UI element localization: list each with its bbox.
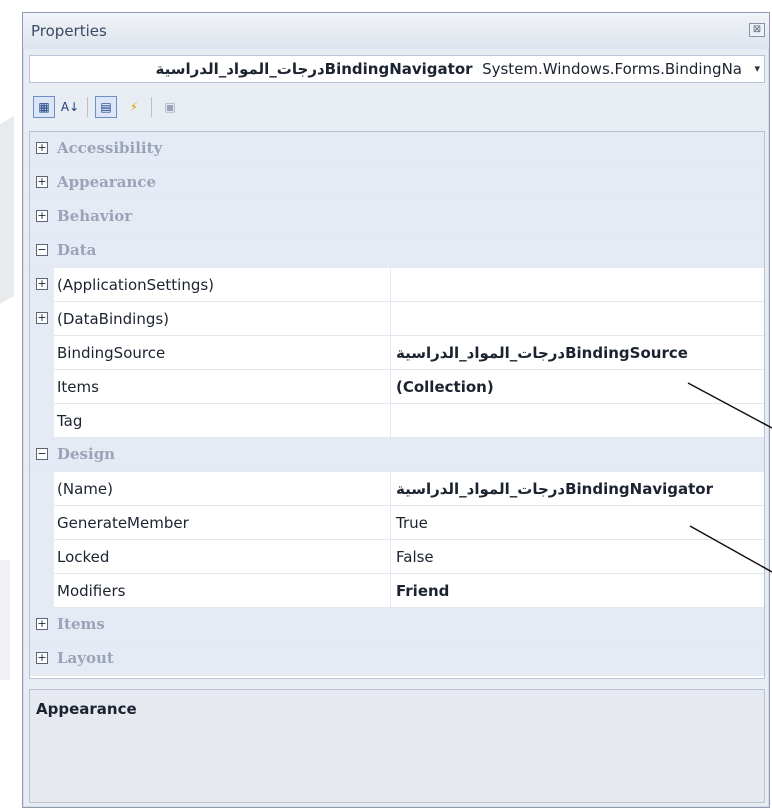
background-shape [0, 115, 14, 305]
collapse-icon[interactable]: − [36, 244, 48, 256]
property-name: (DataBindings) [57, 310, 170, 328]
property-value[interactable]: (Collection) [396, 378, 494, 396]
category-label: Design [57, 445, 116, 463]
property-name: Tag [57, 412, 83, 430]
category-label: Data [57, 241, 97, 259]
property-value[interactable]: False [396, 548, 434, 566]
property-name: BindingSource [57, 344, 166, 362]
toolbar: ▦ A↓ ▤ ⚡ ▣ [29, 91, 765, 125]
property-grid: + Accessibility + Appearance + Behavior − Data +… [29, 131, 765, 679]
expand-icon[interactable]: + [36, 652, 48, 664]
alphabetical-icon[interactable]: A↓ [59, 96, 81, 118]
expand-icon[interactable]: + [36, 312, 48, 324]
category-row[interactable]: + Accessibility [30, 132, 764, 166]
object-type: System.Windows.Forms.BindingNa [482, 60, 742, 78]
close-icon[interactable]: ⊠ [749, 23, 765, 37]
properties-window: Properties ⊠ درجات_المواد_الدراسيةBindin… [22, 12, 770, 808]
object-selector[interactable]: درجات_المواد_الدراسيةBindingNavigator Sy… [29, 55, 765, 83]
row-gutter [30, 574, 54, 608]
column-divider [390, 506, 391, 540]
category-row[interactable]: + Layout [30, 642, 764, 676]
description-title: Appearance [36, 700, 137, 718]
column-divider [390, 302, 391, 336]
row-gutter [30, 472, 54, 506]
window-title: Properties [31, 22, 107, 40]
column-divider [390, 404, 391, 438]
events-icon[interactable]: ⚡ [123, 96, 145, 118]
background-shape [0, 560, 10, 680]
description-pane: Appearance [29, 689, 765, 803]
property-value[interactable]: Friend [396, 582, 449, 600]
column-divider [390, 370, 391, 404]
dropdown-arrow-icon[interactable]: ▾ [754, 62, 760, 75]
expand-icon[interactable]: + [36, 210, 48, 222]
column-divider [390, 472, 391, 506]
category-label: Accessibility [57, 139, 163, 157]
property-row[interactable]: GenerateMember True [30, 506, 764, 540]
expand-icon[interactable]: + [36, 278, 48, 290]
row-gutter [30, 540, 54, 574]
categorized-icon[interactable]: ▦ [33, 96, 55, 118]
title-bar: Properties ⊠ [23, 13, 769, 49]
row-gutter [30, 336, 54, 370]
property-row[interactable]: + (DataBindings) [30, 302, 764, 336]
expand-icon[interactable]: + [36, 142, 48, 154]
property-row[interactable]: (Name) درجات_المواد_الدراسيةBindingNaviga… [30, 472, 764, 506]
property-row[interactable]: Modifiers Friend [30, 574, 764, 608]
column-divider [390, 540, 391, 574]
category-row[interactable]: + Appearance [30, 166, 764, 200]
column-divider [390, 574, 391, 608]
row-gutter [30, 506, 54, 540]
property-name: Modifiers [57, 582, 126, 600]
property-value[interactable]: True [396, 514, 428, 532]
property-pages-icon[interactable]: ▣ [159, 96, 181, 118]
category-label: Behavior [57, 207, 133, 225]
category-label: Items [57, 615, 105, 633]
column-divider [390, 268, 391, 302]
property-name: (Name) [57, 480, 113, 498]
property-name: Locked [57, 548, 110, 566]
row-gutter [30, 370, 54, 404]
collapse-icon[interactable]: − [36, 448, 48, 460]
category-row[interactable]: − Data [30, 234, 764, 268]
property-value[interactable]: درجات_المواد_الدراسيةBindingSource [396, 344, 688, 362]
category-row[interactable]: + Items [30, 608, 764, 642]
property-row[interactable]: + (ApplicationSettings) [30, 268, 764, 302]
category-row[interactable]: − Design [30, 438, 764, 472]
category-label: Appearance [57, 173, 157, 191]
property-row[interactable]: Locked False [30, 540, 764, 574]
row-gutter [30, 404, 54, 438]
property-name: GenerateMember [57, 514, 189, 532]
category-label: Layout [57, 649, 114, 667]
toolbar-separator [151, 97, 152, 117]
property-row[interactable]: BindingSource درجات_المواد_الدراسيةBindin… [30, 336, 764, 370]
expand-icon[interactable]: + [36, 618, 48, 630]
properties-icon[interactable]: ▤ [95, 96, 117, 118]
object-selector-label: درجات_المواد_الدراسيةBindingNavigator Sy… [156, 60, 742, 78]
category-row[interactable]: + Behavior [30, 200, 764, 234]
expand-icon[interactable]: + [36, 176, 48, 188]
property-row[interactable]: Items (Collection) [30, 370, 764, 404]
toolbar-separator [87, 97, 88, 117]
object-name: درجات_المواد_الدراسيةBindingNavigator [155, 60, 473, 78]
property-row[interactable]: Tag [30, 404, 764, 438]
property-name: (ApplicationSettings) [57, 276, 215, 294]
property-name: Items [57, 378, 99, 396]
column-divider [390, 336, 391, 370]
property-value[interactable]: درجات_المواد_الدراسيةBindingNavigator [396, 480, 713, 498]
